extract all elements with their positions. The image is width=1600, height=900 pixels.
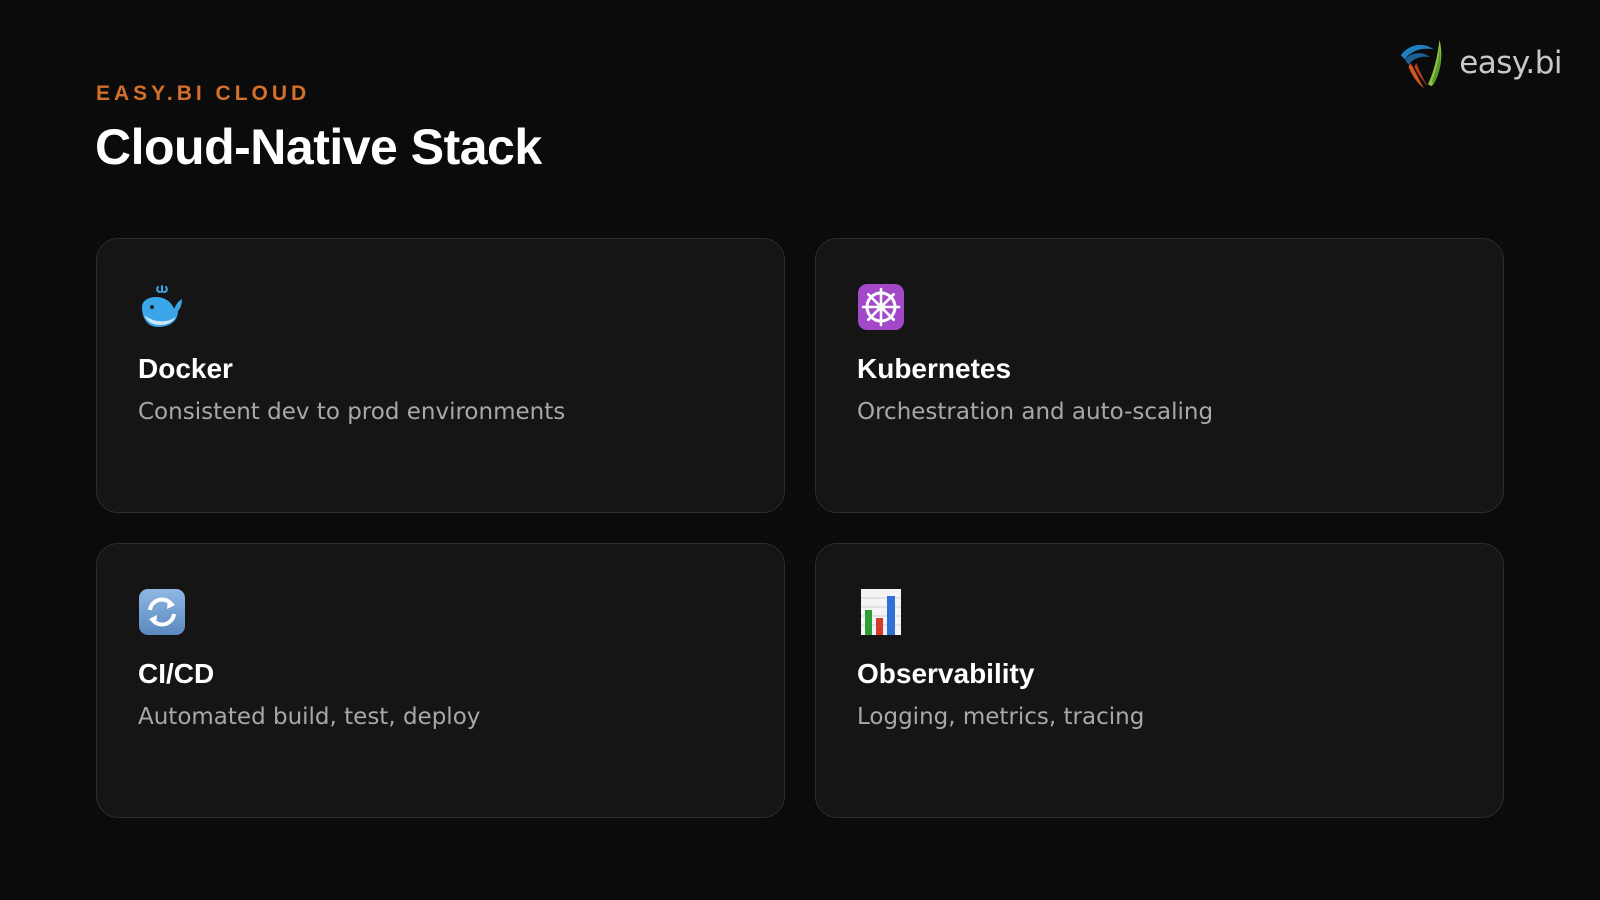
card-description: Orchestration and auto-scaling <box>857 399 1214 425</box>
card-title: Observability <box>857 658 1035 689</box>
card-description: Consistent dev to prod environments <box>138 399 566 425</box>
easy-bi-logo-icon <box>1401 39 1442 89</box>
logo-text: easy.bi <box>1459 45 1562 81</box>
feature-card-docker: Docker Consistent dev to prod environmen… <box>96 238 785 513</box>
kubernetes-wheel-icon <box>857 283 905 331</box>
card-description: Automated build, test, deploy <box>138 704 481 730</box>
card-title: Kubernetes <box>857 353 1012 384</box>
slide: easy.bi EASY.BI CLOUD Cloud-Native Stack… <box>0 0 1600 900</box>
page-title: Cloud-Native Stack <box>95 119 542 175</box>
feature-card-cicd: CI/CD Automated build, test, deploy <box>96 543 785 818</box>
brand-logo: easy.bi <box>1395 34 1562 92</box>
bar-chart-icon <box>857 588 905 636</box>
feature-card-observability: Observability Logging, metrics, tracing <box>815 543 1504 818</box>
card-description: Logging, metrics, tracing <box>857 704 1145 730</box>
feature-grid: Docker Consistent dev to prod environmen… <box>96 238 1504 818</box>
card-title: Docker <box>138 353 233 384</box>
card-title: CI/CD <box>138 658 215 689</box>
refresh-cycle-icon <box>138 588 186 636</box>
docker-whale-icon <box>138 283 186 331</box>
feature-card-kubernetes: Kubernetes Orchestration and auto-scalin… <box>815 238 1504 513</box>
section-eyebrow: EASY.BI CLOUD <box>96 82 311 105</box>
